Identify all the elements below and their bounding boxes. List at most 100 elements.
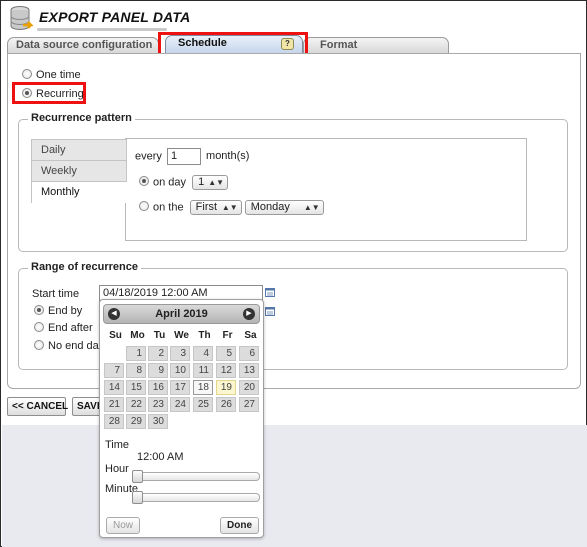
recurrence-tab-weekly[interactable]: Weekly bbox=[31, 160, 127, 181]
end-by-option[interactable]: End by bbox=[34, 305, 82, 317]
calendar-day[interactable]: 15 bbox=[126, 380, 146, 395]
done-button[interactable]: Done bbox=[220, 517, 259, 534]
every-label: every bbox=[135, 150, 162, 163]
calendar-day[interactable]: 29 bbox=[126, 414, 146, 429]
end-by-radio[interactable] bbox=[34, 305, 44, 315]
header: EXPORT PANEL DATA bbox=[1, 1, 586, 35]
cancel-button[interactable]: << CANCEL bbox=[7, 397, 68, 416]
page-title: EXPORT PANEL DATA bbox=[39, 9, 191, 25]
on-the-label: on the bbox=[153, 201, 184, 214]
calendar-day[interactable]: 24 bbox=[170, 397, 190, 412]
calendar-day[interactable]: 30 bbox=[148, 414, 168, 429]
calendar-day[interactable]: 2 bbox=[148, 346, 168, 361]
calendar-day[interactable]: 11 bbox=[193, 363, 213, 378]
tab-format-label: Format bbox=[320, 39, 358, 51]
tab-data-source[interactable]: Data source configuration bbox=[7, 37, 159, 54]
on-day-radio[interactable] bbox=[139, 176, 149, 187]
hour-slider[interactable] bbox=[132, 470, 260, 483]
end-after-label: End after bbox=[48, 322, 93, 334]
on-day-value: 1 bbox=[198, 176, 205, 188]
one-time-label: One time bbox=[36, 69, 81, 81]
weekday-label: Fr bbox=[222, 330, 233, 341]
calendar-day[interactable]: 10 bbox=[170, 363, 190, 378]
calendar-day[interactable]: 4 bbox=[193, 346, 213, 361]
hour-slider-handle[interactable] bbox=[132, 470, 143, 483]
tab-schedule-label: Schedule bbox=[178, 37, 227, 49]
one-time-radio[interactable] bbox=[22, 69, 32, 79]
database-icon bbox=[10, 6, 33, 30]
help-badge-icon[interactable]: ? bbox=[281, 38, 294, 50]
one-time-option[interactable]: One time bbox=[22, 69, 81, 81]
ordinal-value: First bbox=[195, 201, 218, 213]
calendar-day[interactable]: 19 bbox=[216, 380, 236, 395]
recurring-radio[interactable] bbox=[22, 88, 32, 98]
end-after-option[interactable]: End after bbox=[34, 322, 93, 334]
calendar-day[interactable]: 22 bbox=[126, 397, 146, 412]
on-day-row: on day 1 ▲▼ bbox=[139, 175, 229, 190]
calendar-day[interactable]: 28 bbox=[104, 414, 124, 429]
calendar-day[interactable]: 14 bbox=[104, 380, 124, 395]
on-the-row: on the First ▲▼ Monday ▲▼ bbox=[139, 200, 324, 215]
tab-data-source-label: Data source configuration bbox=[16, 39, 153, 51]
weekday-label: We bbox=[174, 330, 189, 341]
calendar-day[interactable]: 1 bbox=[126, 346, 146, 361]
calendar-day[interactable]: 6 bbox=[239, 346, 259, 361]
recurrence-tab-daily[interactable]: Daily bbox=[31, 139, 127, 160]
calendar-day[interactable]: 8 bbox=[126, 363, 146, 378]
ordinal-select[interactable]: First ▲▼ bbox=[189, 200, 242, 215]
next-month-icon[interactable]: ▶ bbox=[243, 308, 255, 320]
no-end-date-option[interactable]: No end date bbox=[34, 340, 108, 352]
weekday-label: Su bbox=[109, 330, 122, 341]
now-button[interactable]: Now bbox=[106, 517, 141, 534]
calendar-day[interactable]: 13 bbox=[239, 363, 259, 378]
weekday-label: Mo bbox=[130, 330, 145, 341]
recurrence-tab-monthly[interactable]: Monthly bbox=[31, 181, 127, 203]
select-arrows-icon: ▲▼ bbox=[221, 203, 238, 212]
calendar-day[interactable]: 17 bbox=[170, 380, 190, 395]
calendar-icon[interactable] bbox=[265, 288, 275, 297]
weekday-select[interactable]: Monday ▲▼ bbox=[244, 200, 324, 215]
calendar-day[interactable]: 27 bbox=[239, 397, 259, 412]
calendar-day[interactable]: 18 bbox=[193, 380, 213, 395]
time-value: 12:00 AM bbox=[137, 451, 184, 463]
calendar-header: ◀ April 2019 ▶ bbox=[103, 304, 260, 324]
weekday-label: Sa bbox=[244, 330, 257, 341]
minute-slider[interactable] bbox=[132, 491, 260, 504]
calendar-day[interactable]: 20 bbox=[239, 380, 259, 395]
footer-area bbox=[2, 425, 587, 547]
calendar-day[interactable]: 26 bbox=[216, 397, 236, 412]
calendar-icon[interactable] bbox=[265, 307, 275, 316]
calendar-day[interactable]: 3 bbox=[170, 346, 190, 361]
tab-schedule[interactable]: Schedule ? bbox=[165, 35, 303, 54]
recurrence-pattern-legend: Recurrence pattern bbox=[28, 112, 135, 124]
calendar-day[interactable]: 16 bbox=[148, 380, 168, 395]
on-day-label: on day bbox=[153, 176, 187, 189]
on-day-select[interactable]: 1 ▲▼ bbox=[192, 175, 229, 190]
month-label: April 2019 bbox=[155, 308, 208, 320]
range-legend: Range of recurrence bbox=[28, 261, 141, 273]
calendar-day[interactable]: 25 bbox=[193, 397, 213, 412]
every-months-input[interactable]: 1 bbox=[166, 148, 201, 165]
calendar-day[interactable]: 5 bbox=[216, 346, 236, 361]
calendar-day[interactable]: 7 bbox=[104, 363, 124, 378]
prev-month-icon[interactable]: ◀ bbox=[108, 308, 120, 320]
tab-bar: Data source configuration Format Schedul… bbox=[7, 35, 581, 54]
calendar-day[interactable]: 23 bbox=[148, 397, 168, 412]
hour-label: Hour bbox=[105, 463, 129, 475]
weekday-label: Tu bbox=[153, 330, 166, 341]
tab-format[interactable]: Format bbox=[303, 37, 449, 54]
minute-slider-handle[interactable] bbox=[132, 491, 143, 504]
select-arrows-icon: ▲▼ bbox=[208, 178, 225, 187]
on-the-radio[interactable] bbox=[139, 201, 149, 212]
select-arrows-icon: ▲▼ bbox=[303, 203, 320, 212]
calendar-day[interactable]: 9 bbox=[148, 363, 168, 378]
calendar-day[interactable]: 21 bbox=[104, 397, 124, 412]
start-time-label: Start time bbox=[32, 288, 80, 300]
end-by-label: End by bbox=[48, 305, 83, 317]
no-end-date-radio[interactable] bbox=[34, 340, 44, 350]
weekday-value: Monday bbox=[250, 201, 290, 213]
weekday-label: Th bbox=[198, 330, 211, 341]
end-after-radio[interactable] bbox=[34, 322, 44, 332]
recurring-option[interactable]: Recurring bbox=[22, 88, 84, 100]
calendar-day[interactable]: 12 bbox=[216, 363, 236, 378]
